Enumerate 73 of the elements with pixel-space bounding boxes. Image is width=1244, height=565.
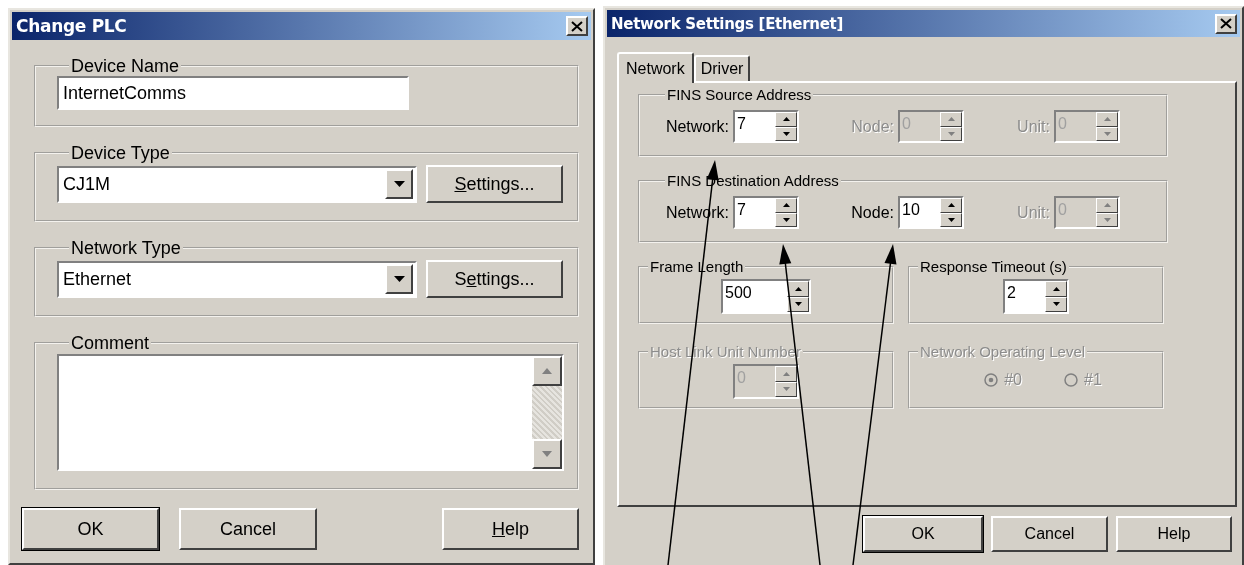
caret-icon <box>393 275 405 283</box>
field-label: Node: <box>851 117 894 136</box>
down-arrow-icon <box>782 217 790 222</box>
field-label: Unit: <box>1017 117 1050 136</box>
field-label: Unit: <box>1017 203 1050 222</box>
spin-up-button[interactable] <box>775 112 797 127</box>
cancel-button[interactable]: Cancel <box>991 516 1108 552</box>
down-arrow-icon <box>1103 217 1111 222</box>
up-arrow-icon <box>947 117 955 122</box>
dropdown-button[interactable] <box>385 169 413 199</box>
spin-up-button[interactable] <box>775 198 797 213</box>
window-title: Change PLC <box>16 16 127 36</box>
up-arrow-icon <box>1103 117 1111 122</box>
down-arrow-icon <box>794 302 802 307</box>
spin-field[interactable]: 500 <box>721 279 811 314</box>
settings-button[interactable]: Settings... <box>426 260 563 298</box>
group-label: Response Timeout (s) <box>919 259 1068 275</box>
ok-button[interactable]: OK <box>863 516 983 552</box>
close-icon <box>571 20 583 32</box>
down-arrow-icon <box>542 451 552 457</box>
up-arrow-icon <box>1103 203 1111 208</box>
spin-up-button[interactable] <box>940 112 962 127</box>
tab[interactable]: Driver <box>693 55 751 81</box>
group-label: FINS Source Address <box>666 87 813 103</box>
down-arrow-icon <box>1103 131 1111 136</box>
scrollbar[interactable] <box>532 356 562 469</box>
up-arrow-icon <box>542 368 552 374</box>
dropdown-button[interactable] <box>385 264 413 294</box>
spin-field[interactable]: 2 <box>1003 279 1069 314</box>
down-arrow-icon <box>947 131 955 136</box>
tab[interactable]: Network <box>617 52 694 83</box>
up-arrow-icon <box>782 371 790 376</box>
spin-field[interactable]: 7 <box>733 110 799 143</box>
window-title: Network Settings [Ethernet] <box>611 14 843 33</box>
help-button[interactable]: Help <box>1116 516 1232 552</box>
spin-up-button[interactable] <box>1096 198 1118 213</box>
scroll-down-button[interactable] <box>532 439 562 469</box>
up-arrow-icon <box>794 286 802 291</box>
scroll-up-button[interactable] <box>532 356 562 386</box>
group-label: Network Operating Level <box>919 344 1087 360</box>
cancel-button[interactable]: Cancel <box>179 508 317 550</box>
spin-up-button[interactable] <box>775 366 797 382</box>
ok-button[interactable]: OK <box>22 508 159 550</box>
close-icon <box>1220 18 1232 29</box>
spin-up-button[interactable] <box>940 198 962 213</box>
spin-field[interactable]: 7 <box>733 196 799 229</box>
down-arrow-icon <box>782 131 790 136</box>
group-label: Device Name <box>70 57 181 75</box>
up-arrow-icon <box>782 203 790 208</box>
text-field[interactable]: InternetComms <box>57 76 409 110</box>
group-label: Device Type <box>70 144 171 162</box>
up-arrow-icon <box>947 203 955 208</box>
field-label: Network: <box>665 117 729 136</box>
dropdown[interactable]: Ethernet <box>57 260 417 298</box>
comment-field[interactable] <box>57 354 564 471</box>
dropdown[interactable]: CJ1M <box>57 165 417 203</box>
caret-icon <box>393 180 405 188</box>
down-arrow-icon <box>947 217 955 222</box>
settings-button[interactable]: Settings... <box>426 165 563 203</box>
field-label: Node: <box>851 203 894 222</box>
close-button[interactable] <box>566 16 588 36</box>
down-arrow-icon <box>782 387 790 392</box>
up-arrow-icon <box>1052 286 1060 291</box>
spin-field[interactable]: 10 <box>898 196 964 229</box>
help-button[interactable]: Help <box>442 508 579 550</box>
up-arrow-icon <box>782 117 790 122</box>
spin-up-button[interactable] <box>1096 112 1118 127</box>
group-label: Comment <box>70 334 151 352</box>
spin-up-button[interactable] <box>1045 281 1067 297</box>
group-label: Network Type <box>70 239 182 257</box>
close-button[interactable] <box>1215 13 1237 34</box>
down-arrow-icon <box>1052 302 1060 307</box>
spin-up-button[interactable] <box>787 281 809 297</box>
